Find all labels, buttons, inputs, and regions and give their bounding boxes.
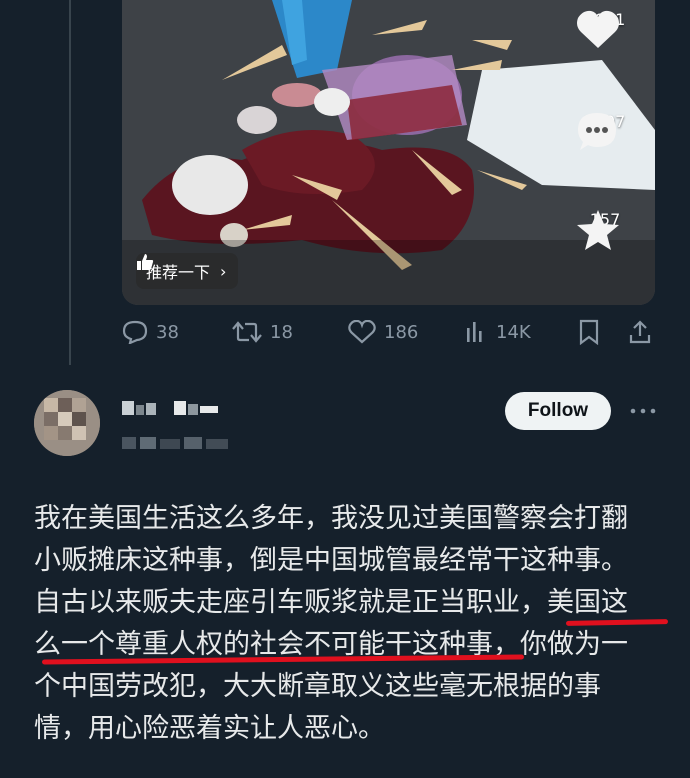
heart-outline-icon <box>348 320 376 344</box>
video-favorite-button[interactable]: 157 <box>575 208 635 250</box>
reply-text-line: 自古以来贩夫走座引车贩浆就是正当职业，美国这 <box>34 587 628 618</box>
more-options-icon[interactable] <box>628 397 658 425</box>
blurred-handle <box>122 437 228 449</box>
star-icon <box>577 210 619 250</box>
retweet-button[interactable]: 18 <box>232 314 293 350</box>
heart-icon <box>577 10 619 48</box>
like-count: 186 <box>384 321 419 343</box>
pixelated-avatar-image <box>34 390 100 456</box>
reply-count: 38 <box>156 321 179 343</box>
share-button[interactable] <box>628 314 652 350</box>
blurred-display-name[interactable] <box>122 395 232 419</box>
video-thumbnail[interactable]: 3901 2307 157 推荐一下 › <box>122 0 655 305</box>
retweet-icon <box>232 321 262 343</box>
reply-text-line: 情，用心险恶着实让人恶心。 <box>34 713 385 744</box>
reply-text-line: 小贩摊床这种事，倒是中国城管最经常干这种事。 <box>34 545 628 576</box>
reply-icon <box>122 320 148 344</box>
views-button[interactable]: 14K <box>464 314 531 350</box>
retweet-count: 18 <box>270 321 293 343</box>
reply-text-line: 个中国劳改犯，大大断章取义这些毫无根据的事 <box>34 671 601 702</box>
tweet-action-bar: 38 18 186 14K <box>122 314 655 350</box>
bookmark-icon <box>579 319 599 345</box>
bar-chart-icon <box>467 322 482 342</box>
bookmark-button[interactable] <box>578 314 600 350</box>
views-count: 14K <box>496 321 531 343</box>
reply-text-line: 我在美国生活这么多年，我没见过美国警察会打翻 <box>34 503 628 534</box>
reply-button[interactable]: 38 <box>122 314 179 350</box>
recommend-label: 推荐一下 <box>146 263 211 282</box>
avatar[interactable] <box>34 390 100 456</box>
video-comment-button[interactable]: 2307 <box>575 110 635 150</box>
recommend-button[interactable]: 推荐一下 › <box>136 253 239 289</box>
thumbs-up-icon <box>137 254 154 270</box>
chevron-right-icon: › <box>220 261 227 281</box>
thread-connector-line <box>69 0 71 365</box>
comment-bubble-icon <box>578 113 616 150</box>
share-icon <box>629 320 651 344</box>
follow-button[interactable]: Follow <box>505 392 611 430</box>
like-button[interactable]: 186 <box>348 314 418 350</box>
video-like-button[interactable]: 3901 <box>575 8 635 48</box>
